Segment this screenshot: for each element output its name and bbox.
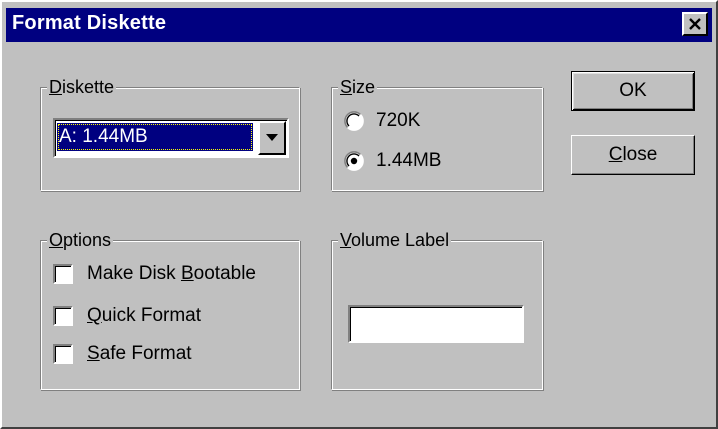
radio-unselected-icon [344,111,364,131]
size-radio-1-44mb[interactable]: 1.44MB [344,150,441,172]
size-group: Size 720K 1.44MB [331,76,543,191]
size-option-label: 720K [376,110,421,131]
make-disk-bootable-label: Make Disk Bootable [87,263,256,284]
diskette-group-label: Diskette [47,76,117,98]
checkbox-box [53,264,73,284]
checkbox-box [53,344,73,364]
size-radio-720k[interactable]: 720K [344,110,420,132]
safe-format-label: Safe Format [87,343,192,364]
checkbox-box [53,306,73,326]
options-group-label: Options [47,229,114,251]
close-icon [689,18,701,30]
radio-selected-icon [344,151,364,171]
close-window-button[interactable] [682,12,708,36]
make-disk-bootable-checkbox[interactable]: Make Disk Bootable [53,263,256,285]
size-option-label: 1.44MB [376,150,442,171]
volume-label-group: Volume Label [331,229,543,390]
title-bar[interactable]: Format Diskette [6,8,712,42]
ok-button[interactable]: OK [571,71,695,111]
drive-combobox-dropdown-button[interactable] [258,121,286,155]
format-diskette-dialog: Format Diskette Diskette A: 1.44MB Size [0,0,718,429]
dropdown-arrow-icon [266,134,278,141]
close-button[interactable]: Close [571,135,695,175]
quick-format-label: Quick Format [87,305,202,326]
diskette-group: Diskette A: 1.44MB [40,76,300,191]
close-button-label: Close [608,144,658,165]
drive-combobox[interactable]: A: 1.44MB [53,118,289,158]
ok-button-label: OK [619,80,647,101]
safe-format-checkbox[interactable]: Safe Format [53,343,192,365]
drive-combobox-value: A: 1.44MB [57,123,253,151]
volume-label-group-label: Volume Label [338,229,452,251]
quick-format-checkbox[interactable]: Quick Format [53,305,201,327]
size-group-label: Size [338,76,378,98]
window-title: Format Diskette [12,12,167,34]
options-group: Options Make Disk Bootable Quick Format … [40,229,300,390]
volume-label-input[interactable] [348,305,524,343]
